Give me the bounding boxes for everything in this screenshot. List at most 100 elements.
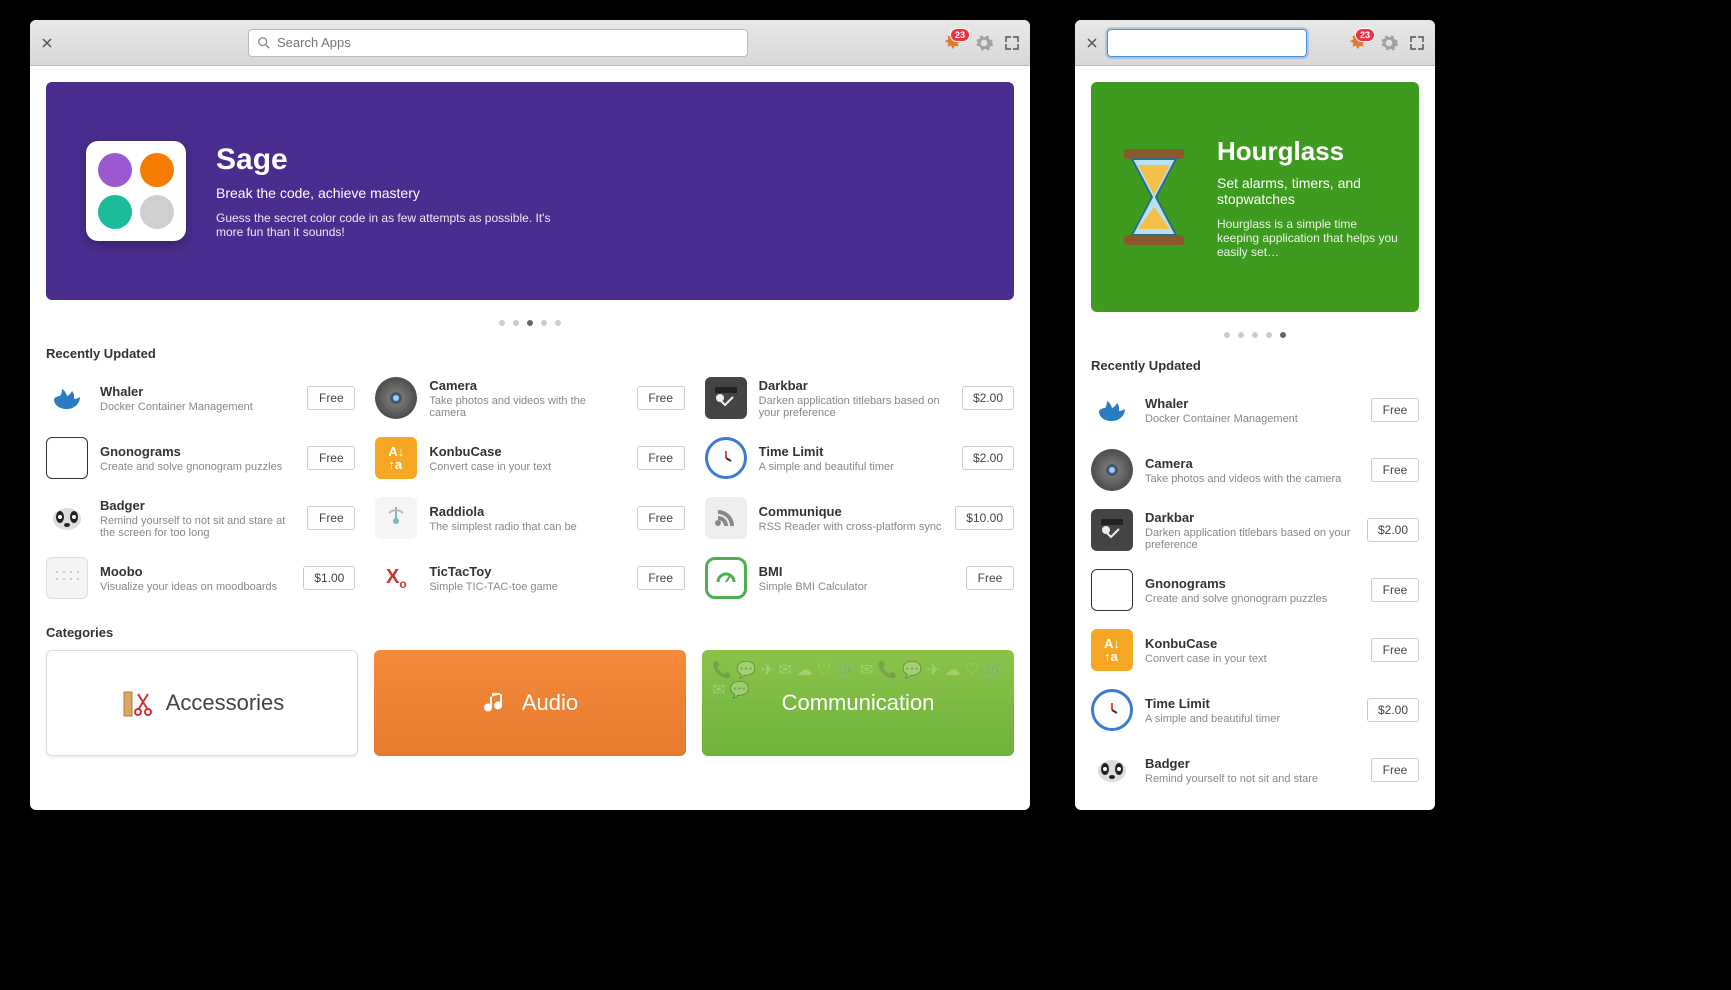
app-row[interactable]: WhalerDocker Container Management Free	[46, 371, 355, 425]
app-description: Remind yourself to not sit and stare	[1145, 773, 1359, 785]
app-row[interactable]: CameraTake photos and videos with the ca…	[1091, 443, 1419, 497]
app-description: Docker Container Management	[1145, 413, 1359, 425]
price-button[interactable]: Free	[1371, 398, 1419, 422]
app-row[interactable]: DarkbarDarken application titlebars base…	[1091, 503, 1419, 557]
price-button[interactable]: Free	[637, 386, 685, 410]
app-icon	[1091, 569, 1133, 611]
category-label: Audio	[522, 690, 578, 716]
app-name: KonbuCase	[1145, 636, 1359, 651]
carousel-dot[interactable]	[527, 320, 533, 326]
carousel-dot[interactable]	[1224, 332, 1230, 338]
carousel-dots[interactable]	[1091, 332, 1419, 338]
app-icon	[46, 497, 88, 539]
app-info: RaddiolaThe simplest radio that can be	[429, 504, 624, 533]
app-description: A simple and beautiful timer	[1145, 713, 1355, 725]
category-label: Communication	[782, 690, 935, 716]
app-icon	[705, 557, 747, 599]
app-row[interactable]: BadgerRemind yourself to not sit and sta…	[46, 491, 355, 545]
featured-description: Hourglass is a simple time keeping appli…	[1217, 217, 1401, 259]
close-button[interactable]	[1085, 36, 1099, 50]
app-row[interactable]: MooboVisualize your ideas on moodboards$…	[46, 551, 355, 605]
carousel-dots[interactable]	[46, 320, 1014, 326]
price-button[interactable]: Free	[307, 446, 355, 470]
app-row[interactable]: CommuniqueRSS Reader with cross-platform…	[705, 491, 1014, 545]
app-description: Simple TIC-TAC-toe game	[429, 581, 624, 593]
search-field[interactable]	[248, 29, 748, 57]
app-icon	[705, 437, 747, 479]
category-card[interactable]: 📞 💬 ✈ ✉ ☁ ♡ 🔗 ✉ 📞 💬 ✈ ☁ ♡ 🔗 ✉ 💬Communica…	[702, 650, 1014, 756]
updates-button[interactable]: 23	[942, 32, 964, 54]
app-row[interactable]: GnonogramsCreate and solve gnonogram puz…	[46, 431, 355, 485]
search-field[interactable]	[1107, 29, 1307, 57]
maximize-button[interactable]	[1004, 35, 1020, 51]
price-button[interactable]: $2.00	[962, 446, 1014, 470]
app-description: A simple and beautiful timer	[759, 461, 950, 473]
price-button[interactable]: $2.00	[1367, 518, 1419, 542]
carousel-dot[interactable]	[513, 320, 519, 326]
app-info: WhalerDocker Container Management	[100, 384, 295, 413]
app-row[interactable]: WhalerDocker Container ManagementFree	[1091, 383, 1419, 437]
settings-button[interactable]	[1379, 33, 1399, 53]
app-row[interactable]: CameraTake photos and videos with the ca…	[375, 371, 684, 425]
carousel-dot[interactable]	[499, 320, 505, 326]
featured-app-icon	[86, 141, 186, 241]
updates-button[interactable]: 23	[1347, 32, 1369, 54]
featured-banner[interactable]: Sage Break the code, achieve mastery Gue…	[46, 82, 1014, 300]
price-button[interactable]: Free	[1371, 758, 1419, 782]
category-label: Accessories	[166, 690, 285, 716]
app-row[interactable]: GnonogramsCreate and solve gnonogram puz…	[1091, 563, 1419, 617]
maximize-button[interactable]	[1409, 35, 1425, 51]
app-info: KonbuCaseConvert case in your text	[1145, 636, 1359, 665]
app-icon	[1091, 389, 1133, 431]
app-row[interactable]: Time Limit A simple and beautiful timer $2…	[1091, 683, 1419, 737]
carousel-dot[interactable]	[1266, 332, 1272, 338]
main-content: Hourglass Set alarms, timers, and stopwa…	[1075, 66, 1435, 810]
price-button[interactable]: Free	[1371, 458, 1419, 482]
app-name: Badger	[1145, 756, 1359, 771]
carousel-dot[interactable]	[555, 320, 561, 326]
carousel-dot[interactable]	[1252, 332, 1258, 338]
app-description: Create and solve gnonogram puzzles	[1145, 593, 1359, 605]
update-count-badge: 23	[1355, 28, 1375, 42]
carousel-dot[interactable]	[1280, 332, 1286, 338]
carousel-dot[interactable]	[541, 320, 547, 326]
price-button[interactable]: $10.00	[955, 506, 1014, 530]
price-button[interactable]: Free	[637, 566, 685, 590]
app-icon	[375, 497, 417, 539]
app-row[interactable]: Time LimitA simple and beautiful timer$2…	[705, 431, 1014, 485]
price-button[interactable]: $2.00	[962, 386, 1014, 410]
settings-button[interactable]	[974, 33, 994, 53]
app-row[interactable]: RaddiolaThe simplest radio that can be Fr…	[375, 491, 684, 545]
app-name: Time Limit	[1145, 696, 1355, 711]
app-info: DarkbarDarken application titlebars base…	[759, 378, 950, 419]
category-card[interactable]: Audio	[374, 650, 686, 756]
price-button[interactable]: Free	[1371, 638, 1419, 662]
featured-banner[interactable]: Hourglass Set alarms, timers, and stopwa…	[1091, 82, 1419, 312]
price-button[interactable]: Free	[637, 506, 685, 530]
price-button[interactable]: $2.00	[1367, 698, 1419, 722]
search-input[interactable]	[277, 35, 739, 50]
app-name: Gnonograms	[100, 444, 295, 459]
update-count-badge: 23	[950, 28, 970, 42]
app-row[interactable]: A↓↑aKonbuCaseConvert case in your textFr…	[1091, 623, 1419, 677]
price-button[interactable]: Free	[1371, 578, 1419, 602]
app-row[interactable]: A↓↑aKonbuCaseConvert case in your textFr…	[375, 431, 684, 485]
price-button[interactable]: Free	[966, 566, 1014, 590]
app-description: Take photos and videos with the camera	[429, 395, 624, 419]
app-row[interactable]: BMISimple BMI CalculatorFree	[705, 551, 1014, 605]
search-input[interactable]	[1122, 35, 1298, 50]
app-row[interactable]: DarkbarDarken application titlebars base…	[705, 371, 1014, 425]
price-button[interactable]: $1.00	[303, 566, 355, 590]
app-row[interactable]: XoTicTacToySimple TIC-TAC-toe gameFree	[375, 551, 684, 605]
app-description: Remind yourself to not sit and stare at …	[100, 515, 295, 539]
price-button[interactable]: Free	[637, 446, 685, 470]
app-info: KonbuCaseConvert case in your text	[429, 444, 624, 473]
close-button[interactable]	[40, 36, 54, 50]
price-button[interactable]: Free	[307, 506, 355, 530]
app-description: Darken application titlebars based on yo…	[759, 395, 950, 419]
price-button[interactable]: Free	[307, 386, 355, 410]
carousel-dot[interactable]	[1238, 332, 1244, 338]
category-card[interactable]: Accessories	[46, 650, 358, 756]
app-info: Time Limit A simple and beautiful timer	[1145, 696, 1355, 725]
app-row[interactable]: Badger Remind yourself to not sit and sta…	[1091, 743, 1419, 797]
